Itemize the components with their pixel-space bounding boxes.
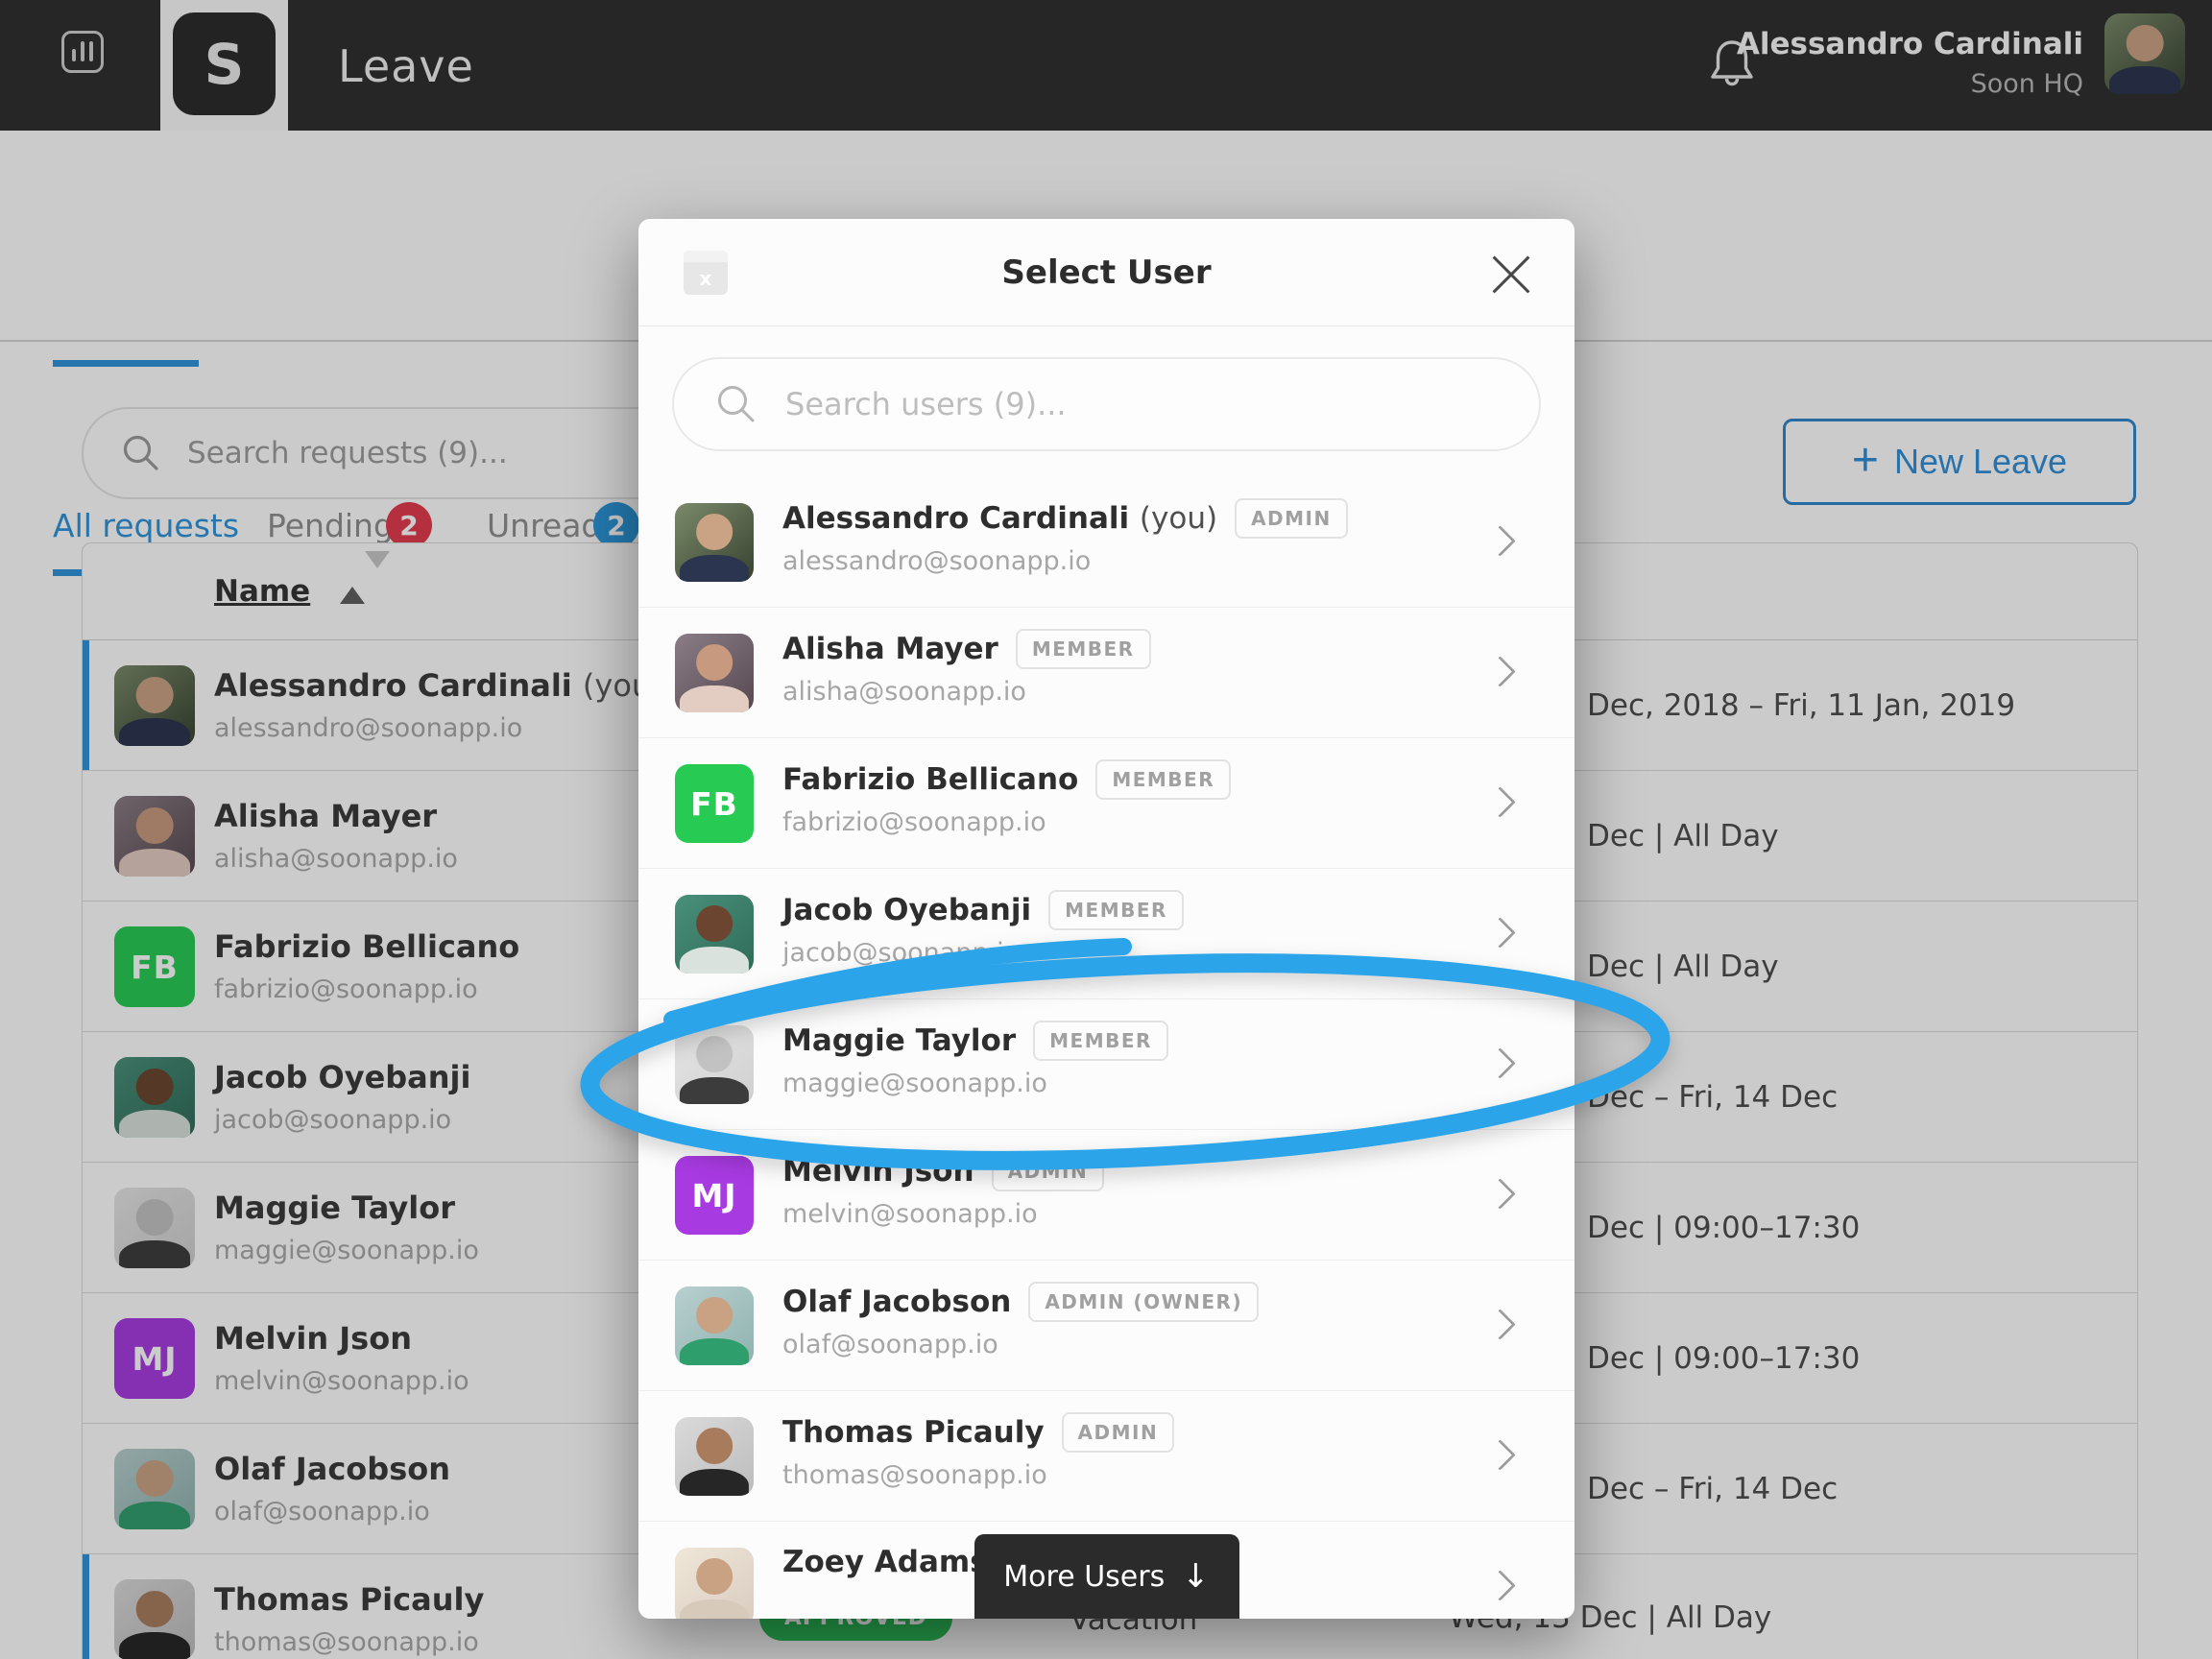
role-badge: MEMBER [1033,1021,1168,1061]
user-email: olaf@soonapp.io [782,1330,998,1359]
user-list-item[interactable]: Alisha Mayer MEMBER alisha@soonapp.io [638,608,1575,738]
modal-header: x Select User [638,219,1575,326]
chevron-right-icon [1484,1439,1516,1471]
avatar [675,1548,754,1619]
user-list-item-maggie[interactable]: Maggie Taylor MEMBER maggie@soonapp.io [638,999,1575,1130]
modal-title: Select User [638,219,1575,326]
avatar [675,503,754,582]
user-email: fabrizio@soonapp.io [782,807,1046,837]
avatar [675,1417,754,1496]
chevron-right-icon [1484,1178,1516,1210]
user-name: Melvin Json [782,1154,974,1189]
more-users-label: More Users [1003,1560,1165,1594]
user-email: alessandro@soonapp.io [782,546,1091,576]
user-list-item[interactable]: Olaf Jacobson ADMIN (OWNER) olaf@soonapp… [638,1261,1575,1391]
user-name-suffix: (you) [1140,501,1217,536]
user-email: maggie@soonapp.io [782,1069,1047,1098]
user-list-item[interactable]: Alessandro Cardinali (you) ADMIN alessan… [638,477,1575,608]
search-icon [714,382,758,426]
avatar [675,1025,754,1104]
chevron-right-icon [1484,1047,1516,1079]
more-users-button[interactable]: More Users ↓ [974,1534,1239,1619]
chevron-right-icon [1484,656,1516,687]
role-badge: ADMIN [992,1151,1105,1191]
user-name: Olaf Jacobson [782,1285,1011,1319]
user-name: Maggie Taylor [782,1023,1016,1058]
chevron-right-icon [1484,786,1516,818]
chevron-right-icon [1484,1309,1516,1340]
role-badge: ADMIN [1062,1412,1175,1453]
avatar [675,895,754,974]
user-search [672,357,1541,451]
select-user-modal: x Select User Alessandro Cardinali (you)… [638,219,1575,1619]
user-search-input[interactable] [783,385,1440,423]
role-badge: MEMBER [1095,759,1231,800]
user-email: jacob@soonapp.io [782,938,1020,968]
chevron-right-icon [1484,1570,1516,1601]
user-name: Zoey Adams [782,1545,988,1579]
user-list-item[interactable]: MJ Melvin Json ADMIN melvin@soonapp.io [638,1130,1575,1261]
user-list-item[interactable]: FB Fabrizio Bellicano MEMBER fabrizio@so… [638,738,1575,869]
user-name: Thomas Picauly [782,1415,1045,1450]
arrow-down-icon: ↓ [1182,1557,1210,1596]
role-badge: MEMBER [1016,629,1151,669]
user-name: Fabrizio Bellicano [782,762,1078,797]
leave-app-page: S Leave Alessandro Cardinali Soon HQ Req… [0,0,2212,1659]
avatar [675,634,754,712]
user-list-item[interactable]: Jacob Oyebanji MEMBER jacob@soonapp.io [638,869,1575,999]
user-email: melvin@soonapp.io [782,1199,1038,1229]
role-badge: ADMIN [1235,498,1348,539]
close-icon[interactable] [1490,253,1532,296]
role-badge: ADMIN (OWNER) [1028,1282,1259,1322]
user-email: thomas@soonapp.io [782,1460,1047,1490]
avatar-initials: FB [675,764,754,843]
avatar-initials: MJ [675,1156,754,1235]
avatar [675,1286,754,1365]
user-name: Alessandro Cardinali [782,501,1129,536]
user-email: alisha@soonapp.io [782,677,1026,707]
chevron-right-icon [1484,917,1516,949]
chevron-right-icon [1484,525,1516,557]
user-name: Jacob Oyebanji [782,893,1031,927]
user-name: Alisha Mayer [782,632,998,666]
role-badge: MEMBER [1048,890,1184,930]
user-list-item[interactable]: Thomas Picauly ADMIN thomas@soonapp.io [638,1391,1575,1522]
